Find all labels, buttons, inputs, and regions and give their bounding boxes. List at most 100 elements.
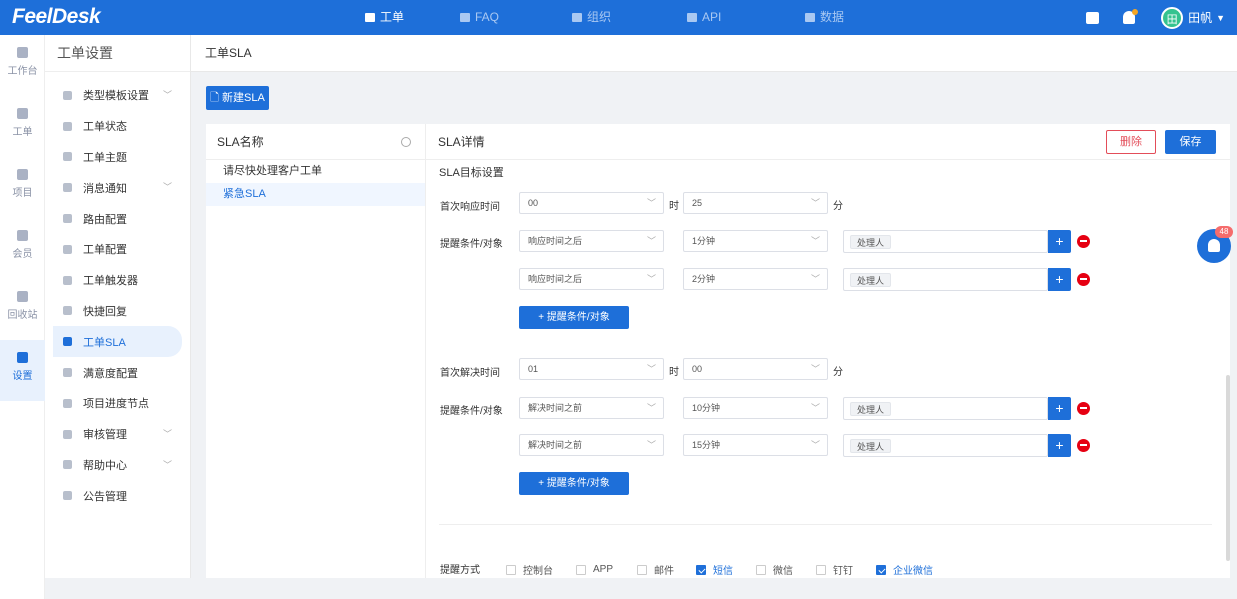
sidebar-title: 工单设置 bbox=[45, 35, 190, 72]
leftnav-settings[interactable]: 设置 bbox=[0, 340, 45, 401]
reminder-time-select[interactable]: 1分钟 ﹀ bbox=[683, 230, 828, 252]
first-response-hours-select[interactable]: 00 ﹀ bbox=[519, 192, 664, 214]
sla-detail-header: SLA详情 删除 保存 bbox=[426, 124, 1230, 160]
floating-notification-button[interactable]: 48 bbox=[1197, 226, 1233, 263]
leftnav-dashboard[interactable]: 工作台 bbox=[0, 35, 45, 96]
first-resolve-minutes-select[interactable]: 00 ﹀ bbox=[683, 358, 828, 380]
sidebar-item-theme[interactable]: 工单主题 bbox=[45, 142, 190, 173]
sidebar-item-sla[interactable]: 工单SLA bbox=[53, 326, 182, 358]
api-icon bbox=[687, 13, 697, 22]
book-icon bbox=[63, 460, 72, 470]
reminder-time-select[interactable]: 10分钟 ﹀ bbox=[683, 397, 828, 419]
add-target-button[interactable]: + bbox=[1048, 230, 1071, 253]
target-tag: 处理人 bbox=[850, 273, 892, 287]
member-icon bbox=[17, 230, 28, 241]
topnav-faq[interactable]: FAQ bbox=[455, 0, 570, 35]
leftnav-ticket[interactable]: 工单 bbox=[0, 96, 45, 157]
brand-logo[interactable]: FeelDesk bbox=[12, 5, 101, 29]
sidebar-item-status[interactable]: 工单状态 bbox=[45, 111, 190, 142]
folder-icon bbox=[17, 169, 28, 180]
notify-option-wechat[interactable]: 微信 bbox=[756, 562, 816, 577]
user-name[interactable]: 田帆 bbox=[1188, 9, 1212, 26]
chart-icon bbox=[805, 13, 815, 22]
first-response-minutes-select[interactable]: 25 ﹀ bbox=[683, 192, 828, 214]
reminder-condition-select[interactable]: 响应时间之后 ﹀ bbox=[519, 230, 664, 252]
sidebar-item-audit[interactable]: 审核管理 ﹀ bbox=[45, 419, 190, 450]
sidebar-item-type-template[interactable]: 类型模板设置 ﹀ bbox=[45, 80, 190, 111]
breadcrumb: 工单SLA bbox=[191, 35, 1237, 72]
checkbox-checked[interactable] bbox=[876, 564, 886, 575]
bell-icon bbox=[1208, 239, 1220, 252]
leftnav-project[interactable]: 项目 bbox=[0, 157, 45, 218]
checkbox[interactable] bbox=[576, 564, 586, 575]
save-button[interactable]: 保存 bbox=[1165, 130, 1216, 154]
sidebar-item-quick-reply[interactable]: 快捷回复 bbox=[45, 296, 190, 327]
notify-option-app[interactable]: APP bbox=[576, 562, 637, 577]
hand-icon bbox=[63, 275, 72, 285]
topnav-data[interactable]: 数据 bbox=[803, 0, 883, 35]
checkbox[interactable] bbox=[816, 564, 826, 575]
add-target-button[interactable]: + bbox=[1048, 268, 1071, 291]
leftnav-trash[interactable]: 回收站 bbox=[0, 279, 45, 340]
sla-list-item-active[interactable]: 紧急SLA bbox=[206, 183, 425, 206]
chevron-down-icon: ﹀ bbox=[810, 440, 820, 450]
first-resolve-label: 首次解决时间 bbox=[440, 368, 500, 379]
checkbox[interactable] bbox=[506, 564, 516, 575]
list-icon bbox=[63, 398, 72, 408]
notify-option-console[interactable]: 控制台 bbox=[506, 562, 576, 577]
sla-list-item[interactable]: 请尽快处理客户工单 bbox=[206, 160, 425, 183]
remove-reminder-icon[interactable] bbox=[1077, 402, 1090, 415]
palette-icon bbox=[63, 152, 72, 162]
reminder-target-field[interactable]: 处理人 bbox=[843, 230, 1048, 253]
reminder-condition-select[interactable]: 解决时间之前 ﹀ bbox=[519, 397, 664, 419]
bell-icon[interactable] bbox=[1123, 9, 1139, 24]
leftnav-member[interactable]: 会员 bbox=[0, 218, 45, 279]
checkbox-checked[interactable] bbox=[696, 564, 706, 575]
reminder-condition-select[interactable]: 解决时间之前 ﹀ bbox=[519, 434, 664, 456]
caret-down-icon[interactable]: ▼ bbox=[1216, 13, 1225, 23]
trash-icon bbox=[17, 291, 28, 302]
remove-reminder-icon[interactable] bbox=[1077, 439, 1090, 452]
checkbox[interactable] bbox=[637, 564, 647, 575]
sidebar-item-satisfaction[interactable]: 满意度配置 bbox=[45, 357, 190, 388]
reminder-time-select[interactable]: 2分钟 ﹀ bbox=[683, 268, 828, 290]
add-reminder-button[interactable]: + 提醒条件/对象 bbox=[519, 306, 629, 329]
reminder-condition-select[interactable]: 响应时间之后 ﹀ bbox=[519, 268, 664, 290]
sidebar-item-routing[interactable]: 路由配置 bbox=[45, 203, 190, 234]
notify-options: 控制台 APP 邮件 短信 微信 钉钉 企业微信 bbox=[506, 562, 956, 577]
first-resolve-hours-select[interactable]: 01 ﹀ bbox=[519, 358, 664, 380]
sidebar-item-trigger[interactable]: 工单触发器 bbox=[45, 265, 190, 296]
remove-reminder-icon[interactable] bbox=[1077, 235, 1090, 248]
reminder-target-field[interactable]: 处理人 bbox=[843, 268, 1048, 291]
sidebar-item-help[interactable]: 帮助中心 ﹀ bbox=[45, 450, 190, 481]
sidebar-item-notify[interactable]: 消息通知 ﹀ bbox=[45, 172, 190, 203]
target-tag: 处理人 bbox=[850, 439, 892, 453]
reminder-target-field[interactable]: 处理人 bbox=[843, 397, 1048, 420]
reminder-target-field[interactable]: 处理人 bbox=[843, 434, 1048, 457]
topnav-org[interactable]: 组织 bbox=[570, 0, 685, 35]
reminder-time-select[interactable]: 15分钟 ﹀ bbox=[683, 434, 828, 456]
message-icon[interactable] bbox=[1086, 11, 1100, 24]
scrollbar[interactable] bbox=[1226, 375, 1230, 561]
topnav-api[interactable]: API bbox=[685, 0, 803, 35]
add-target-button[interactable]: + bbox=[1048, 397, 1071, 420]
sidebar-item-announcement[interactable]: 公告管理 bbox=[45, 480, 190, 511]
delete-button[interactable]: 删除 bbox=[1106, 130, 1156, 154]
remove-reminder-icon[interactable] bbox=[1077, 273, 1090, 286]
divider bbox=[439, 524, 1212, 525]
notify-option-wecom[interactable]: 企业微信 bbox=[876, 562, 956, 577]
sidebar-item-progress-node[interactable]: 项目进度节点 bbox=[45, 388, 190, 419]
add-target-button[interactable]: + bbox=[1048, 434, 1071, 457]
chevron-down-icon: ﹀ bbox=[162, 428, 172, 439]
avatar[interactable]: 田 bbox=[1161, 6, 1184, 29]
add-reminder-button[interactable]: + 提醒条件/对象 bbox=[519, 472, 629, 495]
notify-option-dingtalk[interactable]: 钉钉 bbox=[816, 562, 876, 577]
megaphone-icon bbox=[63, 491, 72, 501]
topnav-ticket[interactable]: 工单 bbox=[360, 0, 455, 35]
sidebar-item-config[interactable]: 工单配置 bbox=[45, 234, 190, 265]
notify-option-sms[interactable]: 短信 bbox=[696, 562, 756, 577]
new-sla-button[interactable]: 🗋 新建SLA bbox=[206, 86, 269, 110]
checkbox[interactable] bbox=[756, 564, 766, 575]
notify-option-email[interactable]: 邮件 bbox=[637, 562, 696, 577]
search-icon[interactable] bbox=[401, 137, 411, 147]
